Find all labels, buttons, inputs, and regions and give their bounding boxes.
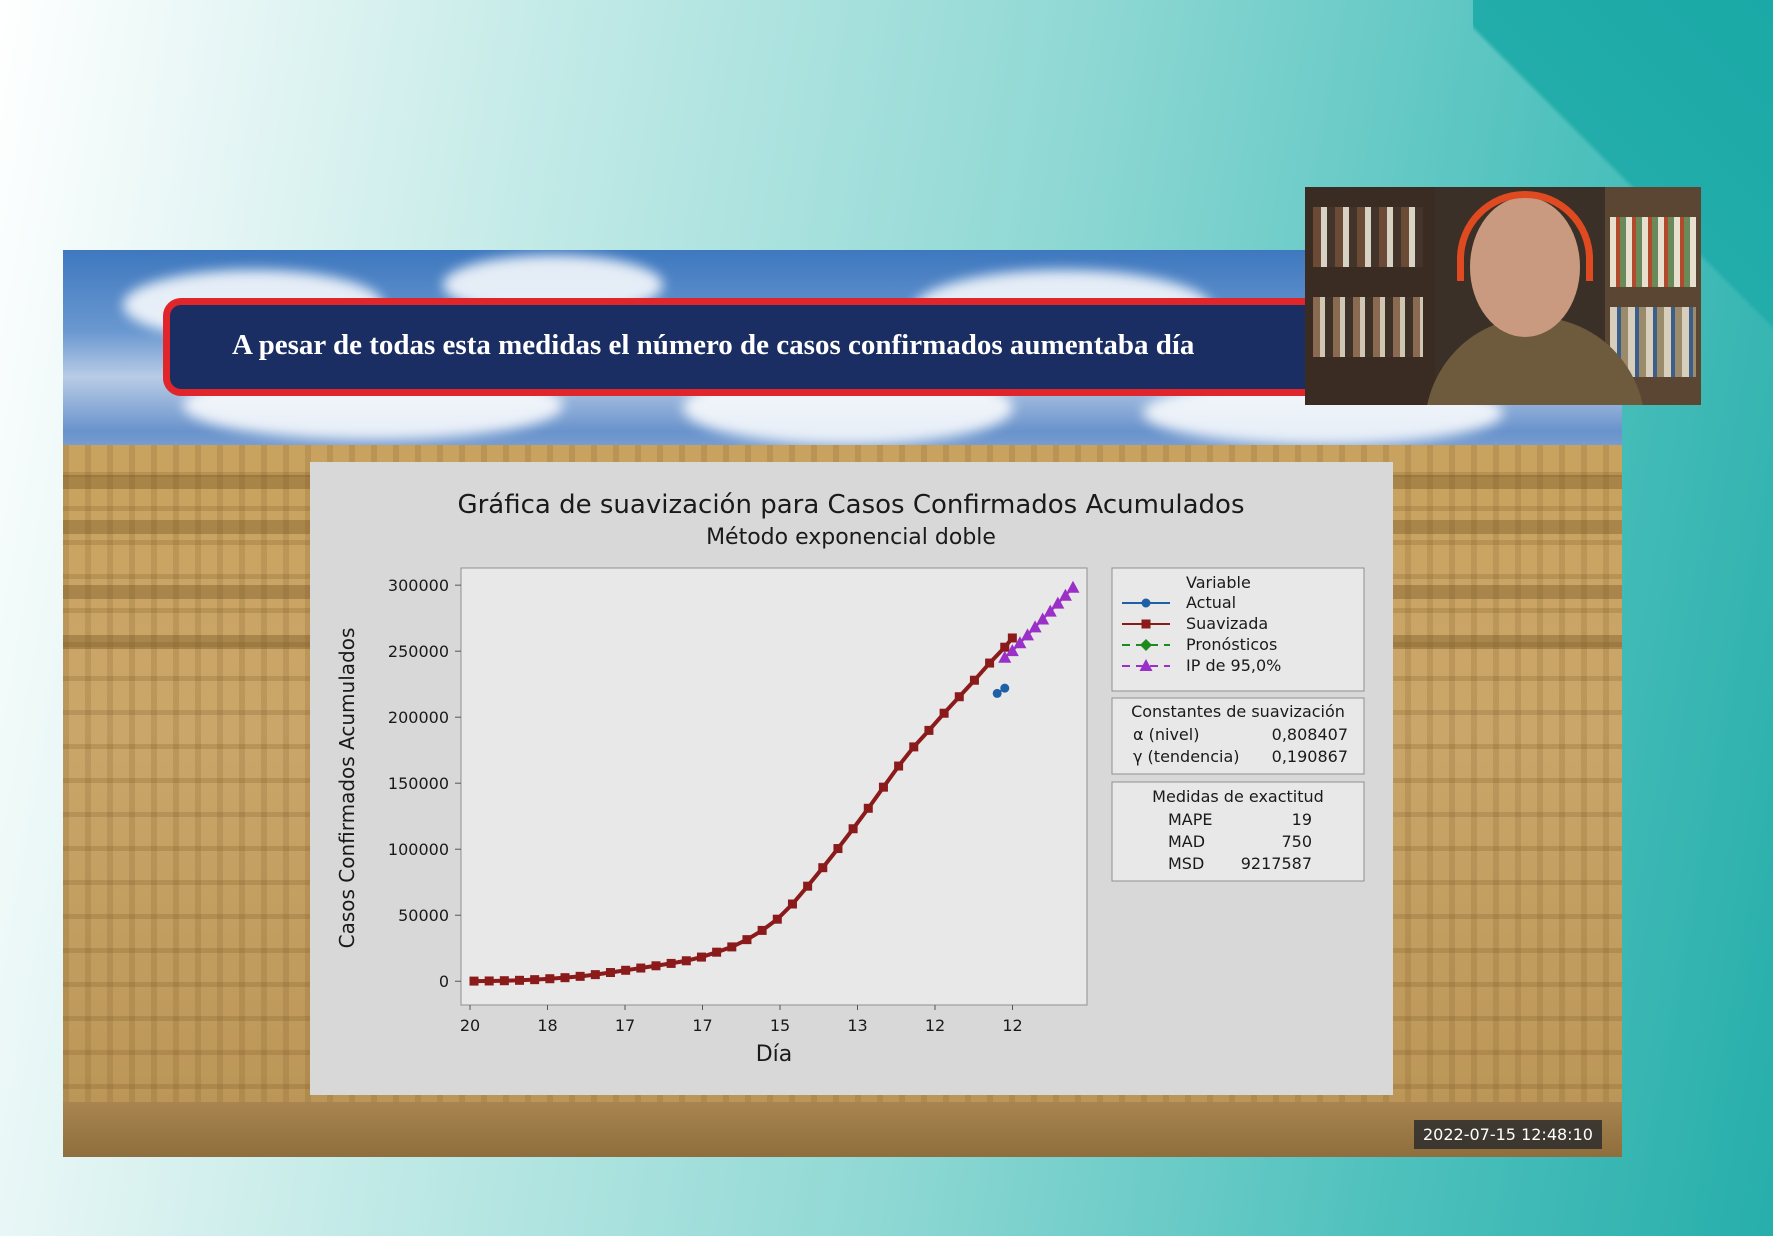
data-point-suavizada	[651, 961, 661, 971]
accuracy-value-mad: 750	[1281, 832, 1312, 851]
data-point-suavizada	[545, 974, 555, 984]
y-axis: 0 50000 100000 150000 200000 250000 300000	[388, 576, 461, 991]
x-tick-label: 12	[925, 1016, 945, 1035]
smoothing-value-alpha: 0,808407	[1272, 725, 1348, 744]
legend-marker	[1141, 619, 1151, 629]
data-point-suavizada	[605, 968, 615, 978]
y-axis-label: Casos Confirmados Acumulados	[335, 628, 359, 949]
data-point-suavizada	[818, 863, 828, 873]
slide-title-text: A pesar de todas esta medidas el número …	[232, 329, 1195, 361]
y-tick-label: 0	[439, 972, 449, 991]
x-axis: 20 18 17 17 15 13 12 12	[460, 1005, 1023, 1035]
data-point-suavizada	[727, 942, 737, 952]
smoothing-value-gamma: 0,190867	[1272, 747, 1348, 766]
data-point-suavizada	[666, 958, 676, 968]
data-point-actual	[1000, 683, 1010, 693]
accuracy-label-msd: MSD	[1168, 854, 1204, 873]
data-point-suavizada	[969, 675, 979, 685]
data-point-suavizada	[1007, 633, 1017, 643]
accuracy-value-msd: 9217587	[1241, 854, 1312, 873]
headset	[1457, 191, 1593, 281]
data-point-suavizada	[757, 925, 767, 935]
data-point-suavizada	[575, 971, 585, 981]
slide-title-banner: A pesar de todas esta medidas el número …	[163, 298, 1437, 396]
y-tick-label: 300000	[388, 576, 449, 595]
data-point-suavizada	[681, 956, 691, 966]
data-point-suavizada	[499, 976, 509, 986]
recording-timestamp: 2022-07-15 12:48:10	[1414, 1120, 1602, 1149]
data-point-suavizada	[894, 761, 904, 771]
data-point-suavizada	[939, 708, 949, 718]
accuracy-label-mape: MAPE	[1168, 810, 1213, 829]
data-point-suavizada	[787, 899, 797, 909]
smoothing-box-title: Constantes de suavización	[1131, 702, 1345, 721]
smoothing-label-gamma: γ (tendencia)	[1133, 747, 1239, 766]
x-tick-label: 20	[460, 1016, 480, 1035]
data-point-suavizada	[530, 975, 540, 985]
legend-label: IP de 95,0%	[1186, 656, 1281, 675]
y-tick-label: 50000	[398, 906, 449, 925]
data-point-suavizada	[878, 782, 888, 792]
plot-area	[460, 567, 1088, 1006]
y-tick-label: 100000	[388, 840, 449, 859]
smoothing-chart: Gráfica de suavización para Casos Confir…	[335, 490, 1365, 1067]
legend-label: Actual	[1186, 593, 1236, 612]
data-point-suavizada	[484, 976, 494, 986]
data-point-suavizada	[696, 952, 706, 962]
legend-label: Suavizada	[1186, 614, 1268, 633]
x-tick-label: 17	[615, 1016, 635, 1035]
data-point-suavizada	[772, 914, 782, 924]
data-point-suavizada	[712, 947, 722, 957]
accuracy-value-mape: 19	[1292, 810, 1312, 829]
data-point-suavizada	[1000, 642, 1010, 652]
y-tick-label: 200000	[388, 708, 449, 727]
x-tick-label: 17	[692, 1016, 712, 1035]
x-axis-label: Día	[756, 1042, 793, 1067]
data-point-suavizada	[909, 742, 919, 752]
data-point-suavizada	[833, 844, 843, 854]
floor	[63, 1102, 1622, 1157]
chart-title: Gráfica de suavización para Casos Confir…	[457, 490, 1244, 520]
smoothing-label-alpha: α (nivel)	[1133, 725, 1199, 744]
data-point-suavizada	[621, 965, 631, 975]
legend-marker	[1141, 598, 1151, 608]
data-point-suavizada	[924, 725, 934, 735]
data-point-suavizada	[636, 963, 646, 973]
data-point-suavizada	[848, 824, 858, 834]
data-point-suavizada	[469, 976, 479, 986]
x-tick-label: 12	[1002, 1016, 1022, 1035]
webcam-video	[1305, 187, 1701, 405]
data-point-suavizada	[560, 973, 570, 983]
x-tick-label: 13	[847, 1016, 867, 1035]
legend-label: Pronósticos	[1186, 635, 1277, 654]
data-point-suavizada	[742, 935, 752, 945]
x-tick-label: 15	[770, 1016, 790, 1035]
x-tick-label: 18	[537, 1016, 557, 1035]
y-tick-label: 150000	[388, 774, 449, 793]
y-tick-label: 250000	[388, 642, 449, 661]
accuracy-label-mad: MAD	[1168, 832, 1205, 851]
data-point-suavizada	[863, 803, 873, 813]
data-point-suavizada	[954, 692, 964, 702]
data-point-actual	[992, 688, 1002, 698]
data-point-suavizada	[590, 970, 600, 980]
chart-panel: Gráfica de suavización para Casos Confir…	[310, 462, 1393, 1095]
data-point-suavizada	[514, 975, 524, 985]
legend-title: Variable	[1186, 573, 1251, 592]
chart-subtitle: Método exponencial doble	[706, 525, 996, 550]
accuracy-box-title: Medidas de exactitud	[1152, 787, 1324, 806]
data-point-suavizada	[985, 658, 995, 668]
data-point-suavizada	[803, 881, 813, 891]
